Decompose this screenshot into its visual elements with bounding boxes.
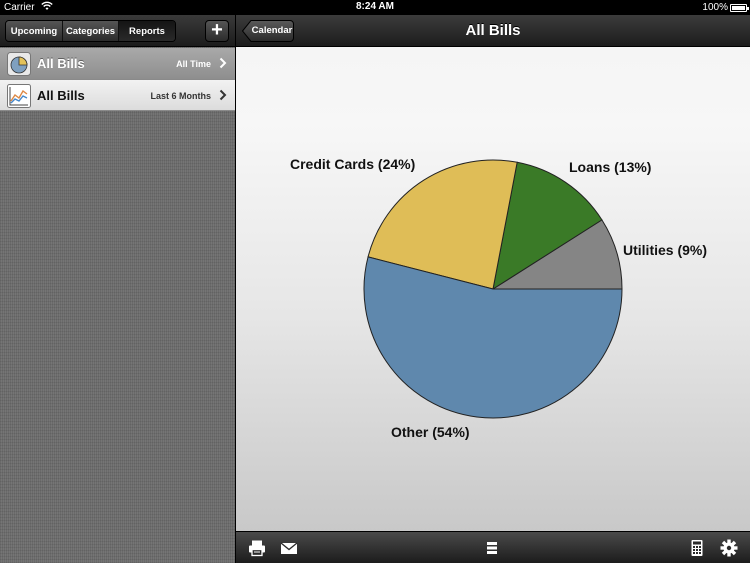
printer-icon[interactable] [248, 539, 266, 557]
pie-label-loans: Loans (13%) [569, 159, 651, 175]
chevron-right-icon [219, 57, 227, 69]
detail-nav-bar: Calendar All Bills [236, 15, 750, 47]
master-toolbar: Upcoming Categories Reports + [0, 15, 235, 47]
segment-upcoming[interactable]: Upcoming [6, 21, 63, 41]
pie-label-credit-cards: Credit Cards (24%) [290, 156, 415, 172]
page-title: All Bills [465, 22, 521, 39]
report-list: All Bills All Time All Bills Last 6 Mont… [0, 48, 235, 111]
chevron-right-icon [219, 89, 227, 101]
add-button[interactable]: + [205, 20, 229, 42]
detail-panel: Calendar All Bills Credit Cards (24%) Loa… [236, 15, 750, 563]
report-title: All Bills [37, 88, 85, 103]
report-row-all-bills-last-6-months[interactable]: All Bills Last 6 Months [0, 80, 235, 111]
clock: 8:24 AM [356, 1, 394, 12]
pie-chart: Credit Cards (24%) Loans (13%) Utilities (… [290, 156, 707, 440]
view-segmented-control: Upcoming Categories Reports [5, 20, 176, 42]
report-row-all-bills-all-time[interactable]: All Bills All Time [0, 48, 235, 80]
pie-chart-icon [7, 52, 31, 76]
line-chart-icon [7, 84, 31, 108]
report-period: Last 6 Months [150, 91, 211, 101]
report-title: All Bills [37, 56, 85, 71]
status-bar: Carrier 8:24 AM 100% [0, 0, 750, 15]
segment-categories[interactable]: Categories [63, 21, 119, 41]
gear-icon[interactable] [720, 539, 738, 557]
pie-label-utilities: Utilities (9%) [623, 242, 707, 258]
calculator-icon[interactable] [688, 539, 706, 557]
battery-percent: 100% [702, 2, 728, 13]
mail-icon[interactable] [280, 539, 298, 557]
report-period: All Time [176, 59, 211, 69]
bottom-toolbar [236, 531, 750, 563]
segment-reports[interactable]: Reports [119, 21, 175, 41]
list-icon[interactable] [483, 539, 501, 557]
pie-label-other: Other (54%) [391, 424, 470, 440]
master-panel: Upcoming Categories Reports + All Bills … [0, 15, 235, 563]
battery-icon [730, 4, 749, 12]
